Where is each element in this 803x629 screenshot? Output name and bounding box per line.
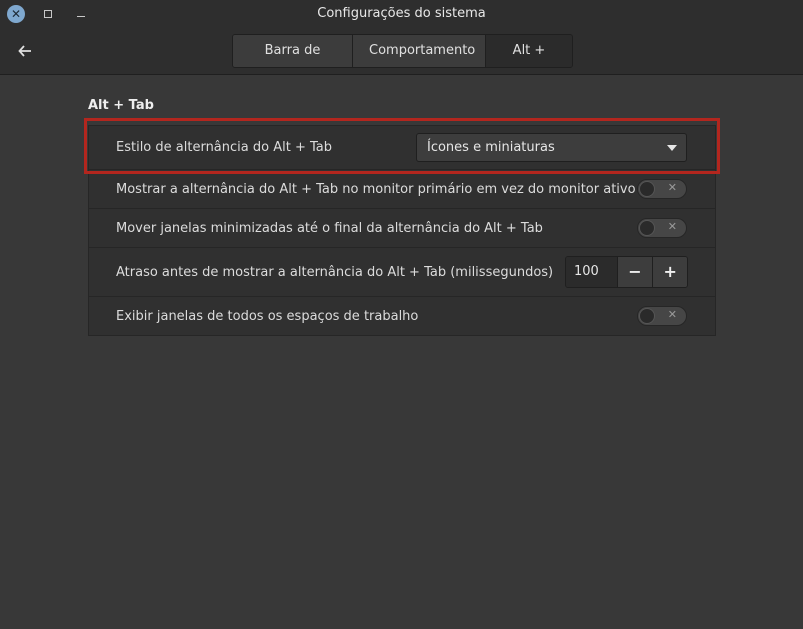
row-delay: Atraso antes de mostrar a alternância do… [89,248,715,297]
row-minimized-last: Mover janelas minimizadas até o final da… [89,209,715,248]
all-workspaces-label: Exibir janelas de todos os espaços de tr… [116,309,419,324]
row-primary-monitor: Mostrar a alternância do Alt + Tab no mo… [89,170,715,209]
settings-panel: Estilo de alternância do Alt + Tab Ícone… [88,125,716,336]
delay-label: Atraso antes de mostrar a alternância do… [116,265,554,280]
delay-decrement-button[interactable]: − [617,257,653,287]
arrow-left-icon [18,45,31,57]
all-workspaces-toggle[interactable]: ✕ [637,306,687,326]
tab-alt-tab[interactable]: Alt + Tab [486,35,572,67]
minimized-last-toggle[interactable]: ✕ [637,218,687,238]
section-title: Alt + Tab [88,98,154,113]
back-button[interactable] [14,40,36,62]
toggle-off-icon: ✕ [667,181,677,194]
toggle-knob [639,220,655,236]
tab-title-bar[interactable]: Barra de título [233,35,353,67]
toggle-knob [639,308,655,324]
toggle-knob [639,181,655,197]
primary-monitor-label: Mostrar a alternância do Alt + Tab no mo… [116,182,636,197]
title-bar: ✕ Configurações do sistema Barra de títu… [0,0,803,75]
minimized-last-label: Mover janelas minimizadas até o final da… [116,221,543,236]
delay-input[interactable]: 100 [566,257,618,287]
toggle-off-icon: ✕ [667,308,677,321]
tab-bar: Barra de título Comportamento Alt + Tab [232,34,573,68]
switcher-style-dropdown[interactable]: Ícones e miniaturas [416,133,687,162]
primary-monitor-toggle[interactable]: ✕ [637,179,687,199]
delay-increment-button[interactable]: + [652,257,687,287]
switcher-style-value: Ícones e miniaturas [427,140,555,155]
row-switcher-style: Estilo de alternância do Alt + Tab Ícone… [89,126,715,170]
tab-behavior[interactable]: Comportamento [353,35,486,67]
row-all-workspaces: Exibir janelas de todos os espaços de tr… [89,297,715,335]
window-title: Configurações do sistema [317,6,486,21]
delay-spinbutton: 100 − + [565,256,688,288]
switcher-style-label: Estilo de alternância do Alt + Tab [116,140,332,155]
toggle-off-icon: ✕ [667,220,677,233]
chevron-down-icon [667,145,677,151]
